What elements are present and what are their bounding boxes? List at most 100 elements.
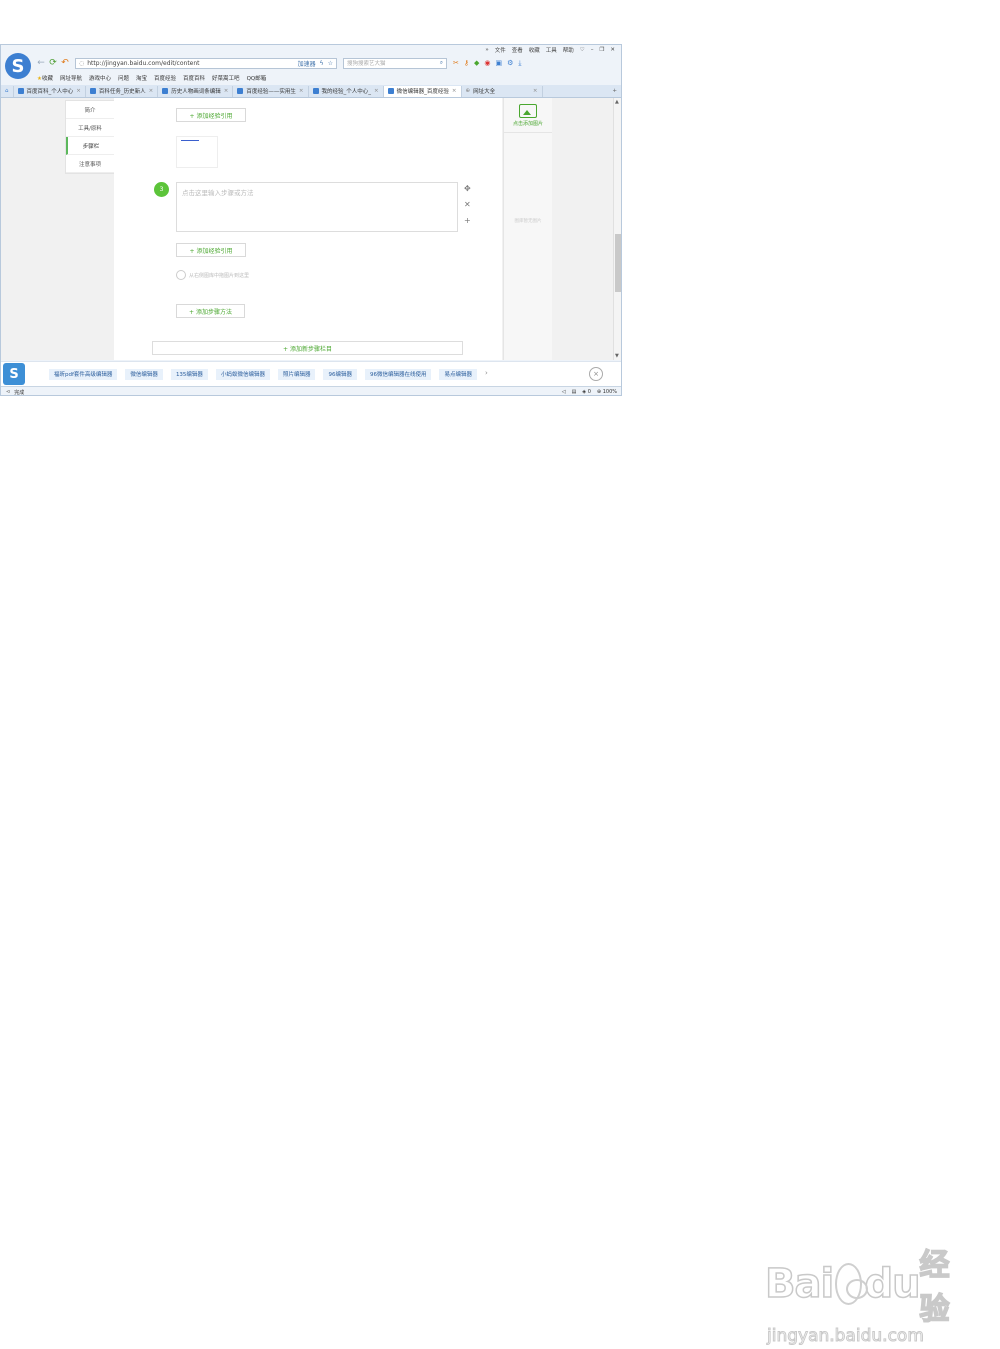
image-icon — [519, 103, 537, 118]
close-bar-icon[interactable]: × — [589, 367, 603, 381]
tab-baike-task[interactable]: 百科任务_历史新人 × — [86, 85, 159, 97]
search-input[interactable]: 搜狗搜索艺大猫 — [347, 59, 440, 67]
undo-icon[interactable]: ↶ — [59, 57, 71, 69]
keyword-item[interactable]: 照片编辑器 — [277, 368, 316, 380]
tab-close-icon[interactable]: × — [76, 88, 81, 94]
page-icon — [237, 88, 244, 94]
refresh-icon[interactable]: ⟳ — [47, 57, 59, 69]
shield-icon[interactable]: ♡ — [580, 47, 585, 53]
add-citation-button-2[interactable]: + 添加经验引用 — [176, 243, 246, 257]
add-image-button[interactable]: 点击添加图片 — [504, 98, 552, 133]
game-icon[interactable]: ◆ — [474, 59, 479, 68]
add-section-button[interactable]: + 添加新步骤栏目 — [152, 341, 463, 355]
menu-bar: » 文件 查看 收藏 工具 帮助 ♡ – ❐ ✕ — [1, 45, 621, 55]
tab-close-icon[interactable]: × — [224, 88, 229, 94]
tab-jingyan-practical[interactable]: 百度经验——实用生 × — [233, 85, 309, 97]
fav-questions[interactable]: 问题 — [118, 74, 129, 82]
step-text-input[interactable]: 点击这里输入步骤或方法 — [176, 182, 458, 232]
fav-qq-mail[interactable]: QQ邮箱 — [247, 74, 267, 82]
zoom-level[interactable]: ⊕ 100% — [597, 389, 617, 395]
move-icon[interactable]: ✥ — [464, 184, 471, 193]
fav-baidu-jingyan[interactable]: 百度经验 — [154, 74, 176, 82]
keyword-item[interactable]: 96编辑器 — [323, 368, 357, 380]
step-image-thumbnail[interactable] — [176, 136, 218, 168]
section-nav-notes[interactable]: 注意事项 — [66, 155, 114, 173]
keyword-item[interactable]: 微信编辑器 — [125, 368, 163, 380]
address-bar[interactable]: ◌ http://jingyan.baidu.com/edit/content … — [75, 57, 337, 69]
speaker-icon[interactable]: ◁ — [562, 389, 566, 395]
minimize-icon[interactable]: – — [591, 47, 594, 53]
section-nav-intro[interactable]: 简介 — [66, 101, 114, 119]
fav-tieba[interactable]: 好菜嵩工吧 — [212, 74, 240, 82]
search-box[interactable]: 搜狗搜索艺大猫 ⌕ — [343, 57, 447, 69]
tab-baike-personal[interactable]: 百度百科_个人中心 × — [14, 85, 86, 97]
add-image-label: 点击添加图片 — [512, 120, 543, 127]
keyword-item[interactable]: 福昕pdf套件高级编辑器 — [49, 368, 118, 380]
sogou-browser-logo[interactable]: S — [5, 53, 31, 79]
settings-icon[interactable]: ⚙ — [507, 59, 513, 68]
menu-file[interactable]: 文件 — [495, 46, 506, 54]
section-nav-tools[interactable]: 工具/原料 — [66, 119, 114, 137]
screenshot-icon[interactable]: ✂ — [453, 59, 459, 68]
address-url[interactable]: http://jingyan.baidu.com/edit/content — [87, 60, 297, 67]
lightning-icon[interactable]: ϟ — [320, 60, 324, 67]
delete-step-icon[interactable]: ✕ — [464, 200, 471, 209]
tab-close-icon[interactable]: × — [374, 88, 379, 94]
shield-count[interactable]: ◈ 0 — [582, 389, 591, 395]
tab-wechat-editor[interactable]: 微信编辑器_百度经验 × — [383, 85, 462, 97]
keyword-list: 福昕pdf套件高级编辑器 微信编辑器 135编辑器 小蚂蚁微信编辑器 照片编辑器… — [49, 368, 488, 380]
panel-toggle-icon[interactable]: ⊲ — [6, 389, 10, 395]
tab-close-icon[interactable]: × — [299, 88, 304, 94]
tab-close-icon[interactable]: × — [452, 88, 457, 94]
status-bar: ⊲ 完成 ◁ ▤ ◈ 0 ⊕ 100% — [1, 386, 621, 395]
menu-help[interactable]: 帮助 — [563, 46, 574, 54]
globe-icon: ⊕ — [465, 88, 471, 94]
tab-my-jingyan[interactable]: 我的经验_个人中心_ × — [309, 85, 384, 97]
menu-favorites[interactable]: 收藏 — [529, 46, 540, 54]
section-nav-steps[interactable]: 步骤栏 — [66, 137, 114, 155]
fav-site-nav[interactable]: 网址导航 — [60, 74, 82, 82]
page-icon — [17, 88, 24, 94]
key-icon[interactable]: ⚷ — [464, 59, 469, 68]
menu-view[interactable]: 查看 — [512, 46, 523, 54]
add-step-button[interactable]: + 添加步骤方法 — [176, 304, 245, 318]
vertical-scrollbar[interactable]: ▲ ▼ — [613, 98, 621, 360]
fav-game-center[interactable]: 游戏中心 — [89, 74, 111, 82]
fav-taobao[interactable]: 淘宝 — [136, 74, 147, 82]
keyword-item[interactable]: 135编辑器 — [170, 368, 208, 380]
back-icon[interactable]: ← — [35, 57, 47, 69]
home-icon[interactable]: ⌂ — [1, 85, 14, 97]
briefcase-icon[interactable]: ▤ — [572, 389, 577, 395]
baidu-paw-logo-icon — [835, 1263, 869, 1305]
new-tab-button[interactable]: + — [608, 86, 621, 97]
search-icon[interactable]: ⌕ — [440, 60, 443, 67]
keyword-item[interactable]: 易点编辑器 — [439, 368, 477, 380]
tab-close-icon[interactable]: × — [149, 88, 154, 94]
keyword-item[interactable]: 96微信编辑器在线使用 — [364, 368, 432, 380]
sogou-logo[interactable]: S — [3, 363, 25, 385]
scroll-thumb[interactable] — [615, 234, 621, 292]
tab-close-icon[interactable]: × — [533, 88, 538, 94]
add-citation-button[interactable]: + 添加经验引用 — [176, 108, 246, 122]
favorites-star[interactable]: ★收藏 — [37, 74, 53, 82]
scroll-down-icon[interactable]: ▼ — [615, 353, 619, 359]
star-icon[interactable]: ☆ — [328, 60, 333, 67]
download-icon[interactable]: ⤓ — [518, 59, 521, 68]
accelerator-button[interactable]: 加速器 — [298, 59, 316, 68]
image-library-panel: 点击添加图片 图库暂无图片 — [503, 98, 552, 360]
tab-site-directory[interactable]: ⊕ 网址大全 × — [462, 85, 543, 97]
scroll-up-icon[interactable]: ▲ — [615, 99, 619, 105]
add-step-icon[interactable]: + — [464, 216, 471, 225]
menu-tools[interactable]: 工具 — [546, 46, 557, 54]
restore-icon[interactable]: ❐ — [599, 47, 604, 53]
keyword-item[interactable]: 小蚂蚁微信编辑器 — [215, 368, 270, 380]
translate-icon[interactable]: ▣ — [496, 59, 503, 68]
menu-item[interactable]: » — [485, 47, 488, 53]
favorites-bar: ★收藏 网址导航 游戏中心 问题 淘宝 百度经验 百度百科 好菜嵩工吧 QQ邮箱 — [37, 72, 621, 84]
close-window-icon[interactable]: ✕ — [610, 47, 615, 53]
editor-panel: + 添加经验引用 3 点击这里输入步骤或方法 ✥ ✕ + + 添加经验引用 从右… — [114, 98, 502, 360]
weibo-icon[interactable]: ◉ — [484, 59, 490, 68]
tab-history-figure[interactable]: 历史人物画词条编辑 × — [158, 85, 234, 97]
chevron-right-icon[interactable]: › — [485, 369, 488, 380]
fav-baidu-baike[interactable]: 百度百科 — [183, 74, 205, 82]
